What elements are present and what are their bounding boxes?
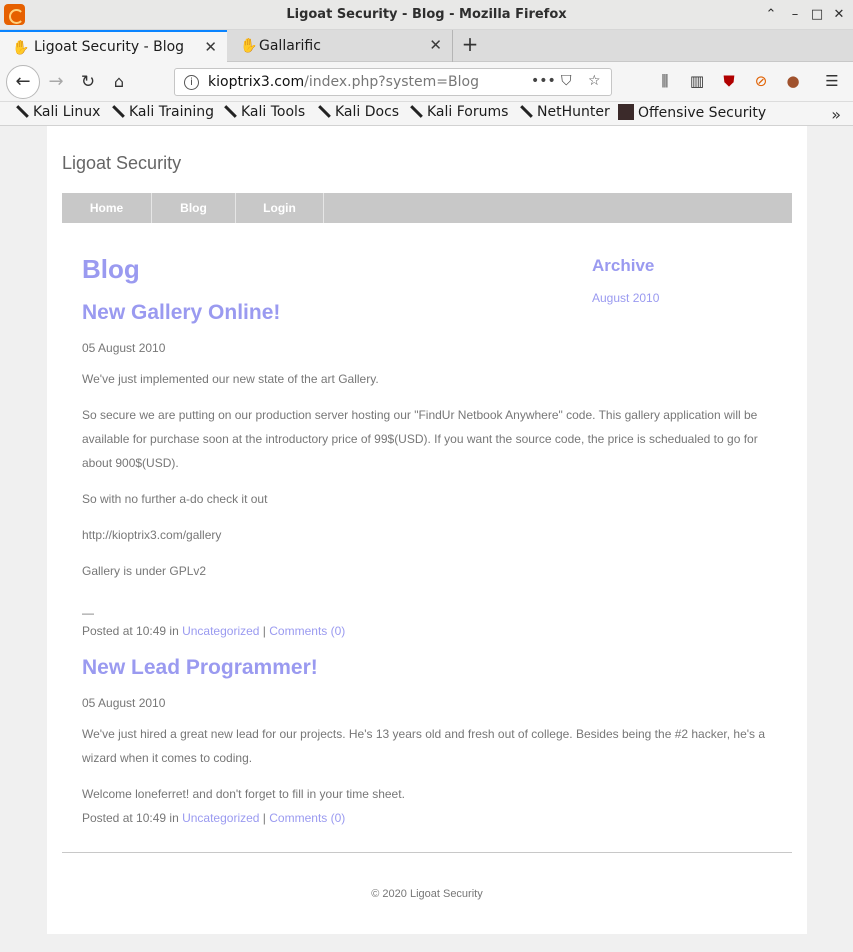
category-link[interactable]: Uncategorized: [182, 811, 259, 825]
post-meta: Posted at 10:49 in Uncategorized | Comme…: [82, 619, 777, 643]
post-paragraph: We've just implemented our new state of …: [82, 372, 379, 386]
category-link[interactable]: Uncategorized: [182, 624, 259, 638]
paw-favicon-icon: ✋: [240, 38, 258, 54]
library-icon[interactable]: ⫼: [655, 71, 675, 91]
posted-at-text: Posted at 10:49 in: [82, 811, 183, 825]
bookmark-kali-training[interactable]: Kali Training: [110, 104, 214, 120]
kali-dragon-icon: [14, 104, 28, 118]
close-window-button[interactable]: ✕: [830, 6, 848, 24]
post-title[interactable]: New Lead Programmer!: [82, 656, 318, 680]
url-path: /index.php?system=Blog: [304, 74, 479, 90]
blocked-extension-icon[interactable]: ⊘: [751, 71, 771, 91]
close-tab-icon[interactable]: ✕: [204, 38, 217, 56]
meta-separator: |: [259, 624, 270, 638]
hamburger-menu-icon[interactable]: ☰: [822, 71, 842, 91]
bookmark-kali-forums[interactable]: Kali Forums: [408, 104, 508, 120]
post-paragraph: Gallery is under GPLv2: [82, 564, 207, 578]
forward-button[interactable]: →: [41, 67, 71, 97]
pocket-icon[interactable]: ⛉: [561, 73, 572, 89]
page-container: Ligoat Security Home Blog Login Blog Arc…: [47, 126, 807, 934]
bookmark-star-icon[interactable]: ☆: [588, 73, 601, 89]
tab-strip: ✋ Ligoat Security - Blog ✕ ✋ Gallarific …: [0, 30, 853, 62]
url-host: kioptrix3.com: [208, 74, 305, 90]
site-menu: Home Blog Login: [62, 193, 792, 223]
ublock-origin-icon[interactable]: ⛊: [719, 71, 739, 91]
back-button[interactable]: ←: [6, 65, 40, 99]
post-paragraph: We've just hired a great new lead for ou…: [82, 727, 766, 765]
comments-link[interactable]: Comments (0): [269, 811, 345, 825]
kali-dragon-icon: [110, 104, 124, 118]
footer-divider: [62, 852, 792, 853]
bookmark-label: Offensive Security: [638, 105, 767, 121]
url-text[interactable]: kioptrix3.com/index.php?system=Blog: [208, 74, 479, 90]
menu-home[interactable]: Home: [62, 193, 152, 223]
kali-dragon-icon: [408, 104, 422, 118]
post-title[interactable]: New Gallery Online!: [82, 301, 280, 325]
tab-ligoat-blog[interactable]: ✋ Ligoat Security - Blog ✕: [0, 30, 227, 62]
post-date: 05 August 2010: [82, 341, 166, 355]
site-title: Ligoat Security: [62, 153, 182, 173]
kali-dragon-icon: [518, 104, 532, 118]
tab-gallarific[interactable]: ✋ Gallarific ✕: [228, 30, 453, 62]
bookmark-kali-tools[interactable]: Kali Tools: [222, 104, 305, 120]
bookmark-label: Kali Tools: [241, 104, 306, 120]
page-actions-icon[interactable]: •••: [531, 73, 556, 89]
archive-link-august-2010[interactable]: August 2010: [592, 291, 659, 305]
post-paragraph: So with no further a-do check it out: [82, 492, 268, 506]
posted-at-text: Posted at 10:49 in: [82, 624, 183, 638]
site-footer: © 2020 Ligoat Security: [371, 888, 483, 900]
cookie-icon[interactable]: ●: [783, 71, 803, 91]
bookmark-kali-linux[interactable]: Kali Linux: [14, 104, 100, 120]
kali-dragon-icon: [222, 104, 236, 118]
comments-link[interactable]: Comments (0): [269, 624, 345, 638]
window-titlebar: Ligoat Security - Blog - Mozilla Firefox…: [0, 0, 853, 30]
kali-dragon-icon: [316, 104, 330, 118]
page-heading: Blog: [82, 254, 140, 284]
menu-blog[interactable]: Blog: [152, 193, 236, 223]
minimize-button[interactable]: –: [786, 6, 804, 24]
home-button[interactable]: ⌂: [104, 67, 134, 97]
meta-separator: |: [259, 811, 270, 825]
archive-heading: Archive: [592, 256, 655, 275]
post-paragraph: http://kioptrix3.com/gallery: [82, 528, 222, 542]
bookmark-offensive-security[interactable]: Offensive Security: [618, 104, 766, 121]
post-date: 05 August 2010: [82, 696, 166, 710]
post-meta: Posted at 10:49 in Uncategorized | Comme…: [82, 806, 777, 830]
new-tab-button[interactable]: +: [458, 32, 482, 56]
paw-favicon-icon: ✋: [12, 40, 30, 56]
window-up-icon[interactable]: ⌃: [762, 6, 780, 24]
tab-label: Gallarific: [259, 38, 321, 54]
bookmark-label: Kali Docs: [335, 104, 400, 120]
more-bookmarks-icon[interactable]: »: [831, 105, 841, 124]
maximize-button[interactable]: □: [808, 6, 826, 24]
close-tab-icon[interactable]: ✕: [429, 36, 442, 54]
page-viewport: Ligoat Security Home Blog Login Blog Arc…: [0, 126, 853, 952]
bookmark-label: Kali Linux: [33, 104, 101, 120]
post-paragraph: Welcome loneferret! and don't forget to …: [82, 787, 405, 801]
sidebar-icon[interactable]: ▥: [687, 71, 707, 91]
reload-button[interactable]: ↻: [73, 67, 103, 97]
bookmark-nethunter[interactable]: NetHunter: [518, 104, 610, 120]
bookmark-label: Kali Training: [129, 104, 214, 120]
window-title: Ligoat Security - Blog - Mozilla Firefox: [286, 7, 567, 22]
bookmark-kali-docs[interactable]: Kali Docs: [316, 104, 399, 120]
post-paragraph: So secure we are putting on our producti…: [82, 408, 758, 470]
info-icon[interactable]: i: [184, 75, 199, 90]
offsec-icon: [618, 104, 634, 120]
tab-label: Ligoat Security - Blog: [34, 39, 185, 55]
menu-login[interactable]: Login: [236, 193, 324, 223]
bookmark-label: Kali Forums: [427, 104, 509, 120]
bookmarks-toolbar: Kali Linux Kali Training Kali Tools Kali…: [0, 102, 853, 126]
url-bar[interactable]: i kioptrix3.com/index.php?system=Blog ••…: [174, 68, 612, 96]
bookmark-label: NetHunter: [537, 104, 610, 120]
